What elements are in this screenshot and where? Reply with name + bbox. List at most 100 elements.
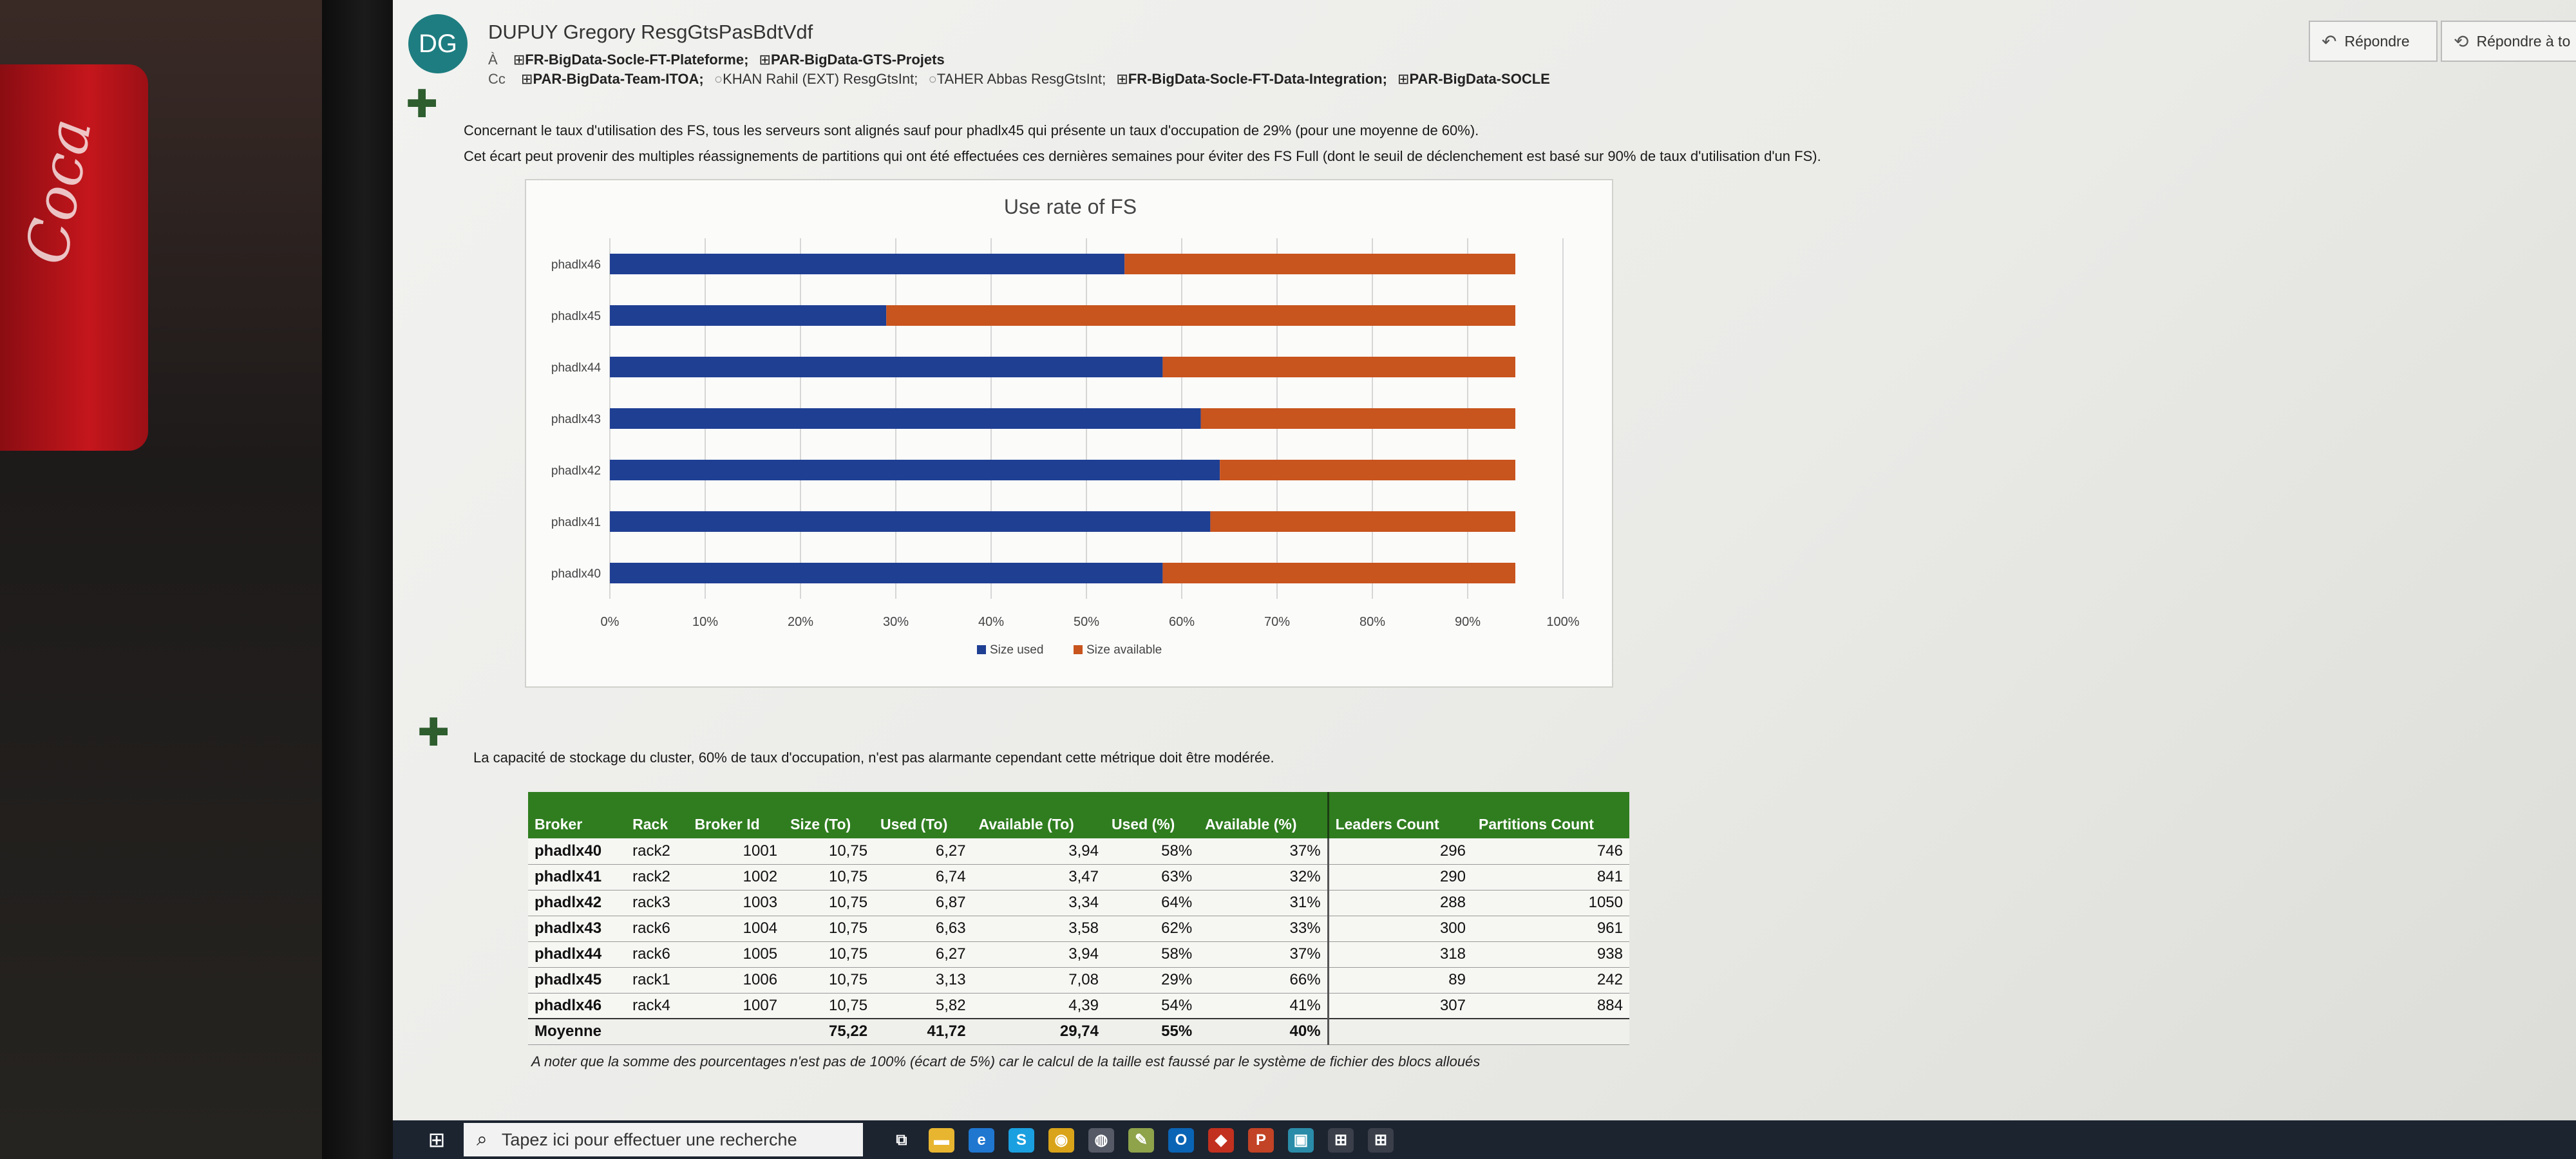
reply-all-label: Répondre à to <box>2476 32 2571 50</box>
col-header: Leaders Count <box>1327 792 1472 838</box>
body-paragraph-2: Cet écart peut provenir des multiples ré… <box>464 148 1821 164</box>
table-cell: 3,94 <box>972 838 1105 865</box>
bar-segment <box>610 511 1211 532</box>
x-tick-label: 20% <box>788 615 813 629</box>
table-cell: 1002 <box>688 864 784 890</box>
table-cell: 938 <box>1472 941 1629 968</box>
y-category-label: phadlx44 <box>551 361 601 375</box>
broker-capacity-table: Broker Rack Broker Id Size (To) Used (To… <box>528 792 1629 1045</box>
reply-label: Répondre <box>2344 32 2410 50</box>
table-cell: phadlx40 <box>528 838 627 865</box>
edge-icon[interactable]: e <box>969 1128 994 1153</box>
recipient-group[interactable]: FR-BigData-Socle-FT-Data-Integration; <box>1116 71 1387 87</box>
table-cell: 3,34 <box>972 890 1105 916</box>
table-cell: 6,74 <box>874 864 972 890</box>
col-header: Rack <box>626 792 688 838</box>
file-explorer-icon[interactable]: ▬ <box>929 1128 954 1153</box>
email-reading-pane: DG DUPUY Gregory ResgGtsPasBdtVdf À FR-B… <box>393 0 2576 1120</box>
table-cell: 288 <box>1327 890 1472 916</box>
recipient-group[interactable]: PAR-BigData-Team-ITOA; <box>521 71 704 87</box>
bar-segment <box>610 305 887 326</box>
x-tick-label: 80% <box>1359 615 1385 629</box>
recipient-group[interactable]: PAR-BigData-GTS-Projets <box>759 52 945 68</box>
body-paragraph-3: La capacité de stockage du cluster, 60% … <box>473 749 1274 766</box>
windows-start-icon[interactable]: ⊞ <box>425 1128 448 1151</box>
sender-name[interactable]: DUPUY Gregory ResgGtsPasBdtVdf <box>488 21 813 44</box>
bar-segment <box>1124 254 1515 274</box>
table-cell: 5,82 <box>874 993 972 1019</box>
x-tick-label: 70% <box>1264 615 1290 629</box>
skype-icon[interactable]: S <box>1009 1128 1034 1153</box>
recipient-group[interactable]: PAR-BigData-SOCLE <box>1397 71 1550 87</box>
network-app-icon[interactable]: ⊞ <box>1368 1128 1394 1153</box>
chart-title: Use rate of FS <box>1004 195 1137 218</box>
puzzle-icon: ✚ <box>417 711 450 754</box>
table-cell: 3,47 <box>972 864 1105 890</box>
bar-segment <box>1200 408 1515 429</box>
recipient-group[interactable]: FR-BigData-Socle-FT-Plateforme; <box>513 52 749 68</box>
cc-recipients: Cc PAR-BigData-Team-ITOA; KHAN Rahil (EX… <box>488 71 1557 88</box>
bar-segment <box>610 357 1163 377</box>
table-cell: 1006 <box>688 967 784 994</box>
table-cell: 10,75 <box>784 993 875 1019</box>
y-category-label: phadlx46 <box>551 258 601 272</box>
table-cell: 242 <box>1472 967 1629 994</box>
table-cell: 62% <box>1104 916 1199 942</box>
remote-app-icon[interactable]: ▣ <box>1288 1128 1314 1153</box>
bar-segment <box>1162 357 1515 377</box>
table-cell: 3,58 <box>972 916 1105 942</box>
table-cell: 296 <box>1327 838 1472 865</box>
bar-segment <box>1210 511 1515 532</box>
notepad-icon[interactable]: ✎ <box>1128 1128 1154 1153</box>
table-cell: 55% <box>1104 1018 1199 1045</box>
x-tick-label: 10% <box>692 615 718 629</box>
table-cell: 6,63 <box>874 916 972 942</box>
recipient-person[interactable]: TAHER Abbas ResgGtsInt; <box>928 71 1106 87</box>
powerpoint-icon[interactable]: P <box>1248 1128 1274 1153</box>
table-cell: 961 <box>1472 916 1629 942</box>
table-cell: rack6 <box>626 916 688 942</box>
table-cell: 58% <box>1104 941 1199 968</box>
table-cell: 3,94 <box>972 941 1105 968</box>
chart-svg: Use rate of FS 0% 10% 20% 30% 40% 50% 60% 70% 80%… <box>551 195 1580 657</box>
lock-app-icon[interactable]: ◍ <box>1088 1128 1114 1153</box>
table-cell: 31% <box>1198 890 1329 916</box>
recipient-person[interactable]: KHAN Rahil (EXT) ResgGtsInt; <box>714 71 918 87</box>
remote-desktop-icon[interactable]: ⊞ <box>1328 1128 1354 1153</box>
bar-segment <box>610 460 1220 480</box>
table-cell: 1005 <box>688 941 784 968</box>
git-icon[interactable]: ◆ <box>1208 1128 1234 1153</box>
soda-can: Coca <box>0 64 148 451</box>
cc-label: Cc <box>488 71 506 87</box>
table-cell <box>626 1018 688 1045</box>
outlook-icon[interactable]: O <box>1168 1128 1194 1153</box>
chrome-icon[interactable]: ◉ <box>1048 1128 1074 1153</box>
table-cell: 300 <box>1327 916 1472 942</box>
table-cell: 89 <box>1327 967 1472 994</box>
col-header: Used (To) <box>874 792 972 838</box>
table-cell: 58% <box>1104 838 1199 865</box>
table-row: phadlx46 rack4 1007 10,75 5,82 4,39 54% 41% 307 8… <box>528 993 1629 1019</box>
col-header: Broker Id <box>688 792 784 838</box>
y-category-label: phadlx42 <box>551 464 601 478</box>
table-cell: rack2 <box>626 864 688 890</box>
reply-button[interactable]: ↶ Répondre <box>2309 21 2438 62</box>
table-cell: 54% <box>1104 993 1199 1019</box>
table-cell: phadlx42 <box>528 890 627 916</box>
table-cell <box>1472 1018 1629 1045</box>
table-cell: phadlx45 <box>528 967 627 994</box>
search-icon: ⌕ <box>477 1129 488 1150</box>
puzzle-icon: ✚ <box>406 82 439 126</box>
col-header: Broker <box>528 792 627 838</box>
table-cell: 1001 <box>688 838 784 865</box>
windows-taskbar: ⊞ ⌕ Tapez ici pour effectuer une recherc… <box>393 1120 2576 1159</box>
legend-swatch <box>1074 645 1083 654</box>
table-row: phadlx43 rack6 1004 10,75 6,63 3,58 62% 33% 300 9… <box>528 916 1629 942</box>
avatar[interactable]: DG <box>408 14 468 73</box>
task-view-icon[interactable]: ⧉ <box>889 1128 914 1153</box>
table-cell: 41% <box>1198 993 1329 1019</box>
reply-all-button[interactable]: ⟲ Répondre à to <box>2441 21 2576 62</box>
taskbar-search[interactable]: ⌕ Tapez ici pour effectuer une recherche <box>464 1123 863 1156</box>
table-cell: 1003 <box>688 890 784 916</box>
x-tick-label: 50% <box>1074 615 1099 629</box>
